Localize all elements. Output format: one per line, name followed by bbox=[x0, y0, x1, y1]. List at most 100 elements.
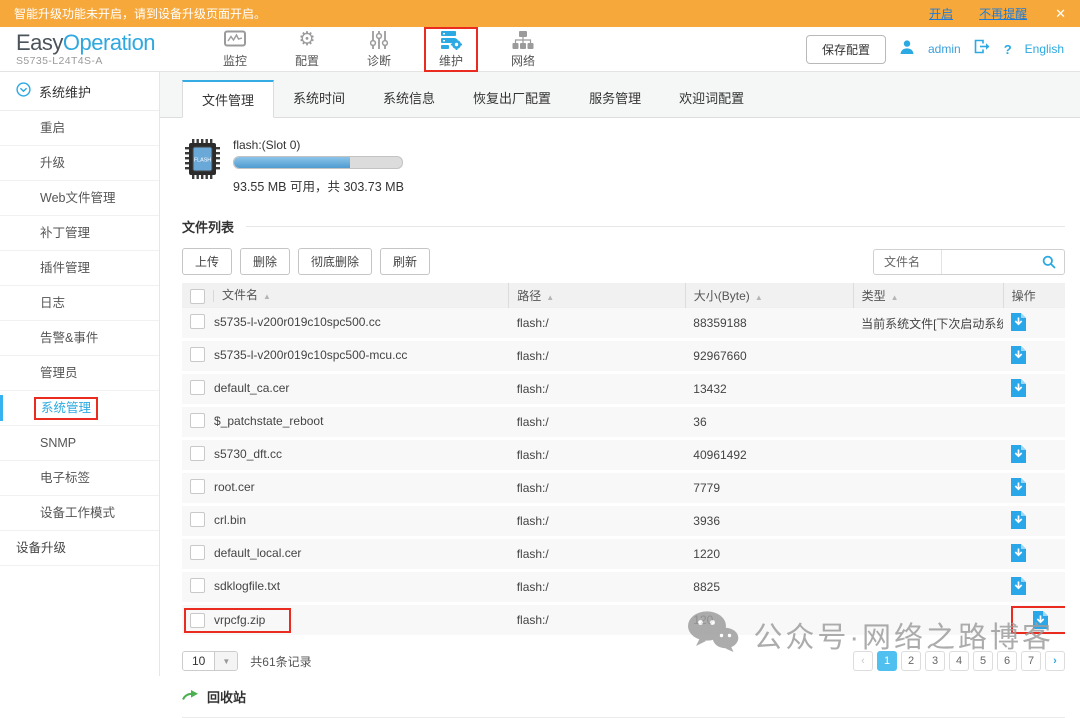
page-number-button[interactable]: 3 bbox=[925, 651, 945, 671]
tab[interactable]: 文件管理 bbox=[182, 80, 274, 118]
page-size-select[interactable]: 10 ▼ bbox=[182, 651, 238, 671]
sidebar-item-label: 补丁管理 bbox=[40, 226, 90, 240]
toolbar-button[interactable]: 删除 bbox=[240, 248, 290, 275]
banner-enable-link[interactable]: 开启 bbox=[929, 5, 953, 22]
file-path: flash:/ bbox=[509, 538, 686, 571]
page-number-button[interactable]: 1 bbox=[877, 651, 897, 671]
logout-icon[interactable] bbox=[974, 39, 991, 59]
next-page-button[interactable]: › bbox=[1045, 651, 1065, 671]
nav-item-label: 网络 bbox=[511, 52, 535, 69]
file-size: 120 bbox=[685, 604, 853, 637]
sidebar-item[interactable]: 告警&事件 bbox=[0, 321, 159, 356]
page-number-button[interactable]: 6 bbox=[997, 651, 1017, 671]
toolbar-button[interactable]: 上传 bbox=[182, 248, 232, 275]
table-row: s5735-l-v200r019c10spc500.ccflash:/88359… bbox=[182, 308, 1065, 340]
file-path: flash:/ bbox=[509, 308, 686, 340]
row-checkbox[interactable] bbox=[190, 413, 205, 428]
column-header[interactable]: 路径▲ bbox=[509, 283, 686, 308]
row-checkbox[interactable] bbox=[190, 347, 205, 362]
file-size: 8825 bbox=[685, 571, 853, 604]
sidebar-item[interactable]: 升级 bbox=[0, 146, 159, 181]
file-name: vrpcfg.zip bbox=[214, 613, 265, 627]
sidebar-item-device-upgrade[interactable]: 设备升级 bbox=[0, 531, 159, 566]
row-checkbox[interactable] bbox=[190, 446, 205, 461]
recycle-bin-link[interactable]: 回收站 bbox=[182, 687, 246, 706]
search-field-selector[interactable]: 文件名 bbox=[874, 250, 942, 274]
file-size: 3936 bbox=[685, 505, 853, 538]
column-header[interactable]: 大小(Byte)▲ bbox=[685, 283, 853, 308]
column-header[interactable]: 文件名▲ bbox=[182, 283, 509, 308]
row-checkbox[interactable] bbox=[190, 545, 205, 560]
column-header: 操作 bbox=[1003, 283, 1065, 308]
row-checkbox[interactable] bbox=[190, 380, 205, 395]
toolbar-button[interactable]: 彻底删除 bbox=[298, 248, 372, 275]
file-search: 文件名 bbox=[873, 249, 1065, 275]
row-checkbox[interactable] bbox=[190, 613, 205, 628]
sidebar-item[interactable]: 插件管理 bbox=[0, 251, 159, 286]
row-checkbox[interactable] bbox=[190, 314, 205, 329]
row-checkbox[interactable] bbox=[190, 479, 205, 494]
page-number-button[interactable]: 2 bbox=[901, 651, 921, 671]
tab[interactable]: 欢迎词配置 bbox=[660, 80, 763, 118]
page-number-button[interactable]: 5 bbox=[973, 651, 993, 671]
tab[interactable]: 恢复出厂配置 bbox=[454, 80, 570, 118]
prev-page-button[interactable]: ‹ bbox=[853, 651, 873, 671]
file-size: 40961492 bbox=[685, 439, 853, 472]
row-checkbox[interactable] bbox=[190, 512, 205, 527]
sidebar-group-system-maintenance[interactable]: 系统维护 bbox=[0, 72, 159, 111]
sort-asc-icon[interactable]: ▲ bbox=[263, 292, 271, 301]
sidebar-item[interactable]: Web文件管理 bbox=[0, 181, 159, 216]
save-config-button[interactable]: 保存配置 bbox=[806, 35, 886, 64]
language-link[interactable]: English bbox=[1025, 42, 1064, 56]
select-all-checkbox[interactable] bbox=[190, 289, 205, 304]
column-header[interactable]: 类型▲ bbox=[853, 283, 1003, 308]
sidebar-item[interactable]: 设备工作模式 bbox=[0, 496, 159, 531]
download-icon[interactable] bbox=[1011, 478, 1026, 496]
page-number-button[interactable]: 4 bbox=[949, 651, 969, 671]
sidebar-item-label: 告警&事件 bbox=[40, 331, 98, 345]
nav-item-diagnose[interactable]: 诊断 bbox=[352, 27, 406, 72]
download-icon[interactable] bbox=[1011, 544, 1026, 562]
toolbar-button[interactable]: 刷新 bbox=[380, 248, 430, 275]
sidebar-item[interactable]: SNMP bbox=[0, 426, 159, 461]
download-icon[interactable] bbox=[1011, 313, 1026, 331]
nav-item-network[interactable]: 网络 bbox=[496, 27, 550, 72]
sidebar-item[interactable]: 系统管理 bbox=[0, 391, 159, 426]
device-model: S5735-L24T4S-A bbox=[16, 55, 184, 67]
download-icon[interactable] bbox=[1011, 511, 1026, 529]
download-icon[interactable] bbox=[1011, 577, 1026, 595]
username[interactable]: admin bbox=[928, 42, 961, 56]
sort-asc-icon[interactable]: ▲ bbox=[755, 293, 763, 302]
tab[interactable]: 系统时间 bbox=[274, 80, 364, 118]
help-icon[interactable]: ? bbox=[1004, 42, 1012, 57]
page-number-button[interactable]: 7 bbox=[1021, 651, 1041, 671]
nav-item-config[interactable]: ⚙ 配置 bbox=[280, 27, 334, 72]
sidebar-item[interactable]: 补丁管理 bbox=[0, 216, 159, 251]
nav-item-monitor[interactable]: 监控 bbox=[208, 27, 262, 72]
file-type bbox=[853, 538, 1003, 571]
nav-item-maintenance[interactable]: 维护 bbox=[424, 27, 478, 72]
sidebar-item[interactable]: 电子标签 bbox=[0, 461, 159, 496]
table-row: s5735-l-v200r019c10spc500-mcu.ccflash:/9… bbox=[182, 340, 1065, 373]
arrow-right-icon bbox=[182, 689, 199, 705]
close-icon[interactable]: ✕ bbox=[1055, 6, 1066, 22]
sidebar-item[interactable]: 重启 bbox=[0, 111, 159, 146]
download-icon[interactable] bbox=[1011, 606, 1065, 634]
row-checkbox[interactable] bbox=[190, 578, 205, 593]
sort-asc-icon[interactable]: ▲ bbox=[546, 293, 554, 302]
download-icon[interactable] bbox=[1011, 379, 1026, 397]
user-icon bbox=[899, 39, 915, 60]
search-icon[interactable] bbox=[1034, 250, 1064, 274]
search-input[interactable] bbox=[942, 255, 1034, 269]
sidebar-item[interactable]: 管理员 bbox=[0, 356, 159, 391]
banner-dismiss-link[interactable]: 不再提醒 bbox=[979, 5, 1027, 22]
file-path: flash:/ bbox=[509, 472, 686, 505]
tab[interactable]: 系统信息 bbox=[364, 80, 454, 118]
download-icon[interactable] bbox=[1011, 346, 1026, 364]
download-icon[interactable] bbox=[1011, 445, 1026, 463]
sidebar-item[interactable]: 日志 bbox=[0, 286, 159, 321]
flash-chip-label: FLASH bbox=[194, 158, 211, 164]
tab[interactable]: 服务管理 bbox=[570, 80, 660, 118]
sort-asc-icon[interactable]: ▲ bbox=[891, 293, 899, 302]
file-path: flash:/ bbox=[509, 604, 686, 637]
